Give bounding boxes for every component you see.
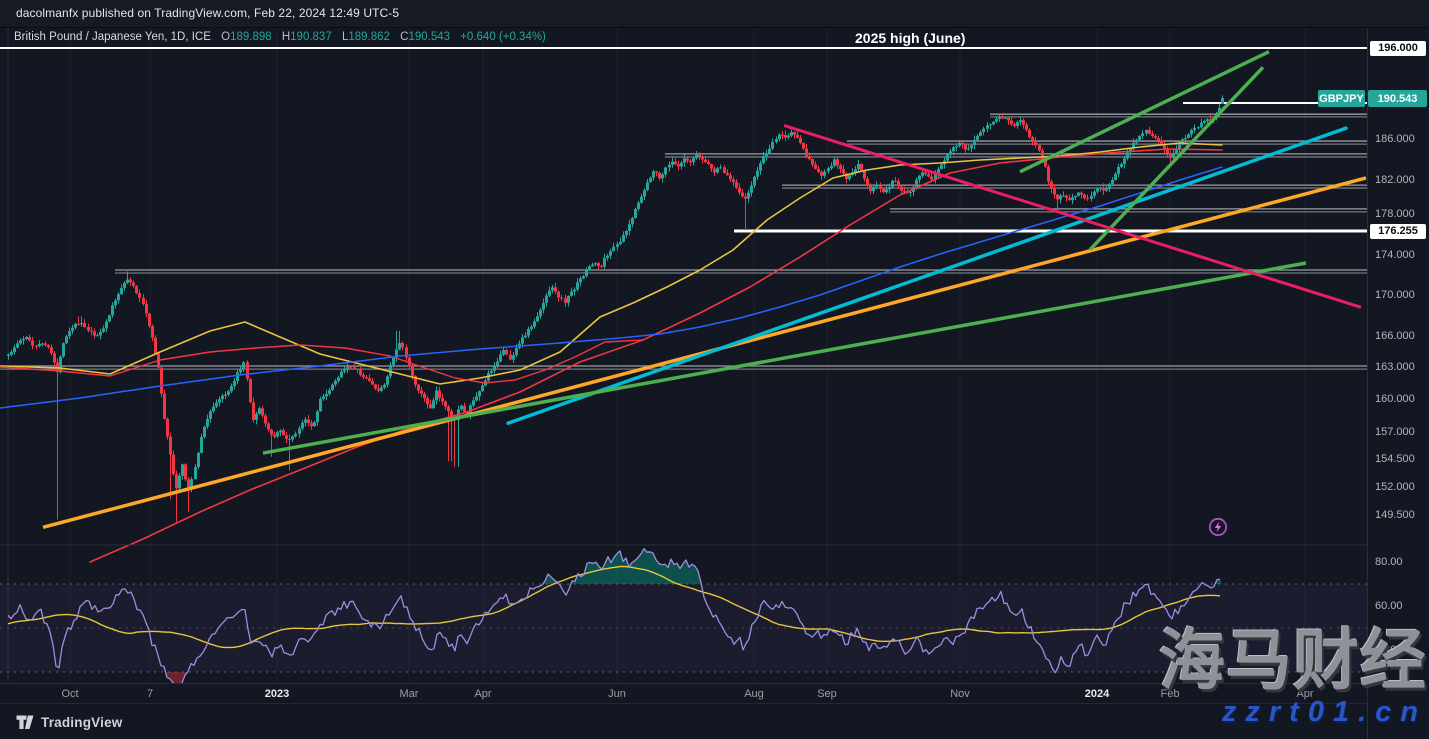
flash-icon[interactable] bbox=[1207, 516, 1229, 538]
published-text: dacolmanfx published on TradingView.com,… bbox=[16, 6, 399, 20]
symbol-title: British Pound / Japanese Yen, 1D, ICE bbox=[14, 31, 211, 43]
price-axis-label: 40.00 bbox=[1375, 644, 1403, 656]
symbol-legend[interactable]: British Pound / Japanese Yen, 1D, ICE O1… bbox=[14, 31, 546, 43]
price-axis-label: 160.000 bbox=[1375, 393, 1415, 405]
ma-line-blue bbox=[0, 167, 1222, 408]
time-axis-label: Apr bbox=[1296, 688, 1313, 700]
time-axis-label: 2024 bbox=[1085, 688, 1109, 700]
price-axis-label: 154.500 bbox=[1375, 453, 1415, 465]
price-axis-label: 157.000 bbox=[1375, 426, 1415, 438]
price-axis-label: 149.500 bbox=[1375, 509, 1415, 521]
tradingview-logo[interactable]: TradingView bbox=[16, 715, 122, 730]
rsi-band-fill bbox=[0, 584, 1367, 672]
time-axis[interactable]: Oct 7 2023 Mar Apr Jun Aug Sep Nov 2024 Feb Apr bbox=[0, 683, 1367, 704]
price-axis-label: 166.000 bbox=[1375, 330, 1415, 342]
sr-bands bbox=[0, 114, 1367, 369]
last-price-badge: 190.543 bbox=[1368, 90, 1427, 107]
price-axis-label: 60.00 bbox=[1375, 600, 1403, 612]
low-value: 189.862 bbox=[348, 31, 390, 43]
symbol-price-label: GBPJPY bbox=[1318, 90, 1365, 107]
price-axis-label: 152.000 bbox=[1375, 481, 1415, 493]
time-axis-label: Sep bbox=[817, 688, 837, 700]
price-axis-label: 163.000 bbox=[1375, 361, 1415, 373]
change-value: +0.640 (+0.34%) bbox=[460, 31, 546, 43]
price-axis-label: 182.000 bbox=[1375, 174, 1415, 186]
time-axis-label: Nov bbox=[950, 688, 970, 700]
high-label: H bbox=[282, 31, 290, 43]
time-axis-label: 2023 bbox=[265, 688, 289, 700]
price-axis-label: 174.000 bbox=[1375, 249, 1415, 261]
chart-canvas[interactable] bbox=[0, 0, 1429, 739]
annotation-title: 2025 high (June) bbox=[855, 30, 965, 46]
time-axis-label: Feb bbox=[1161, 688, 1180, 700]
open-value: 189.898 bbox=[230, 31, 272, 43]
price-axis-label: 178.000 bbox=[1375, 208, 1415, 220]
trendline-drawings[interactable] bbox=[43, 52, 1366, 528]
published-bar: dacolmanfx published on TradingView.com,… bbox=[0, 0, 1429, 28]
price-axis-label: 186.000 bbox=[1375, 133, 1415, 145]
open-label: O bbox=[221, 31, 230, 43]
price-axis-label: 196.000 bbox=[1370, 41, 1426, 56]
time-axis-label: Aug bbox=[744, 688, 764, 700]
trendline-green-support-long bbox=[263, 263, 1306, 453]
close-value: 190.543 bbox=[408, 31, 450, 43]
time-axis-label: Mar bbox=[400, 688, 419, 700]
time-axis-label: Oct bbox=[61, 688, 78, 700]
time-axis-label: Apr bbox=[474, 688, 491, 700]
tradingview-logo-icon bbox=[16, 715, 35, 730]
tradingview-snapshot: dacolmanfx published on TradingView.com,… bbox=[0, 0, 1429, 739]
high-value: 190.837 bbox=[290, 31, 332, 43]
price-axis[interactable]: 196.000 186.000 182.000 178.000 176.255 174.0… bbox=[1367, 27, 1429, 739]
price-axis-label: 176.255 bbox=[1370, 224, 1426, 239]
ma-line-red_fast bbox=[0, 340, 643, 383]
time-axis-label: Jun bbox=[608, 688, 626, 700]
bottom-bar: TradingView bbox=[0, 703, 1429, 739]
price-axis-label: 80.00 bbox=[1375, 556, 1403, 568]
time-axis-label: 7 bbox=[147, 688, 153, 700]
tradingview-logo-text: TradingView bbox=[41, 715, 122, 730]
price-axis-label: 170.000 bbox=[1375, 289, 1415, 301]
